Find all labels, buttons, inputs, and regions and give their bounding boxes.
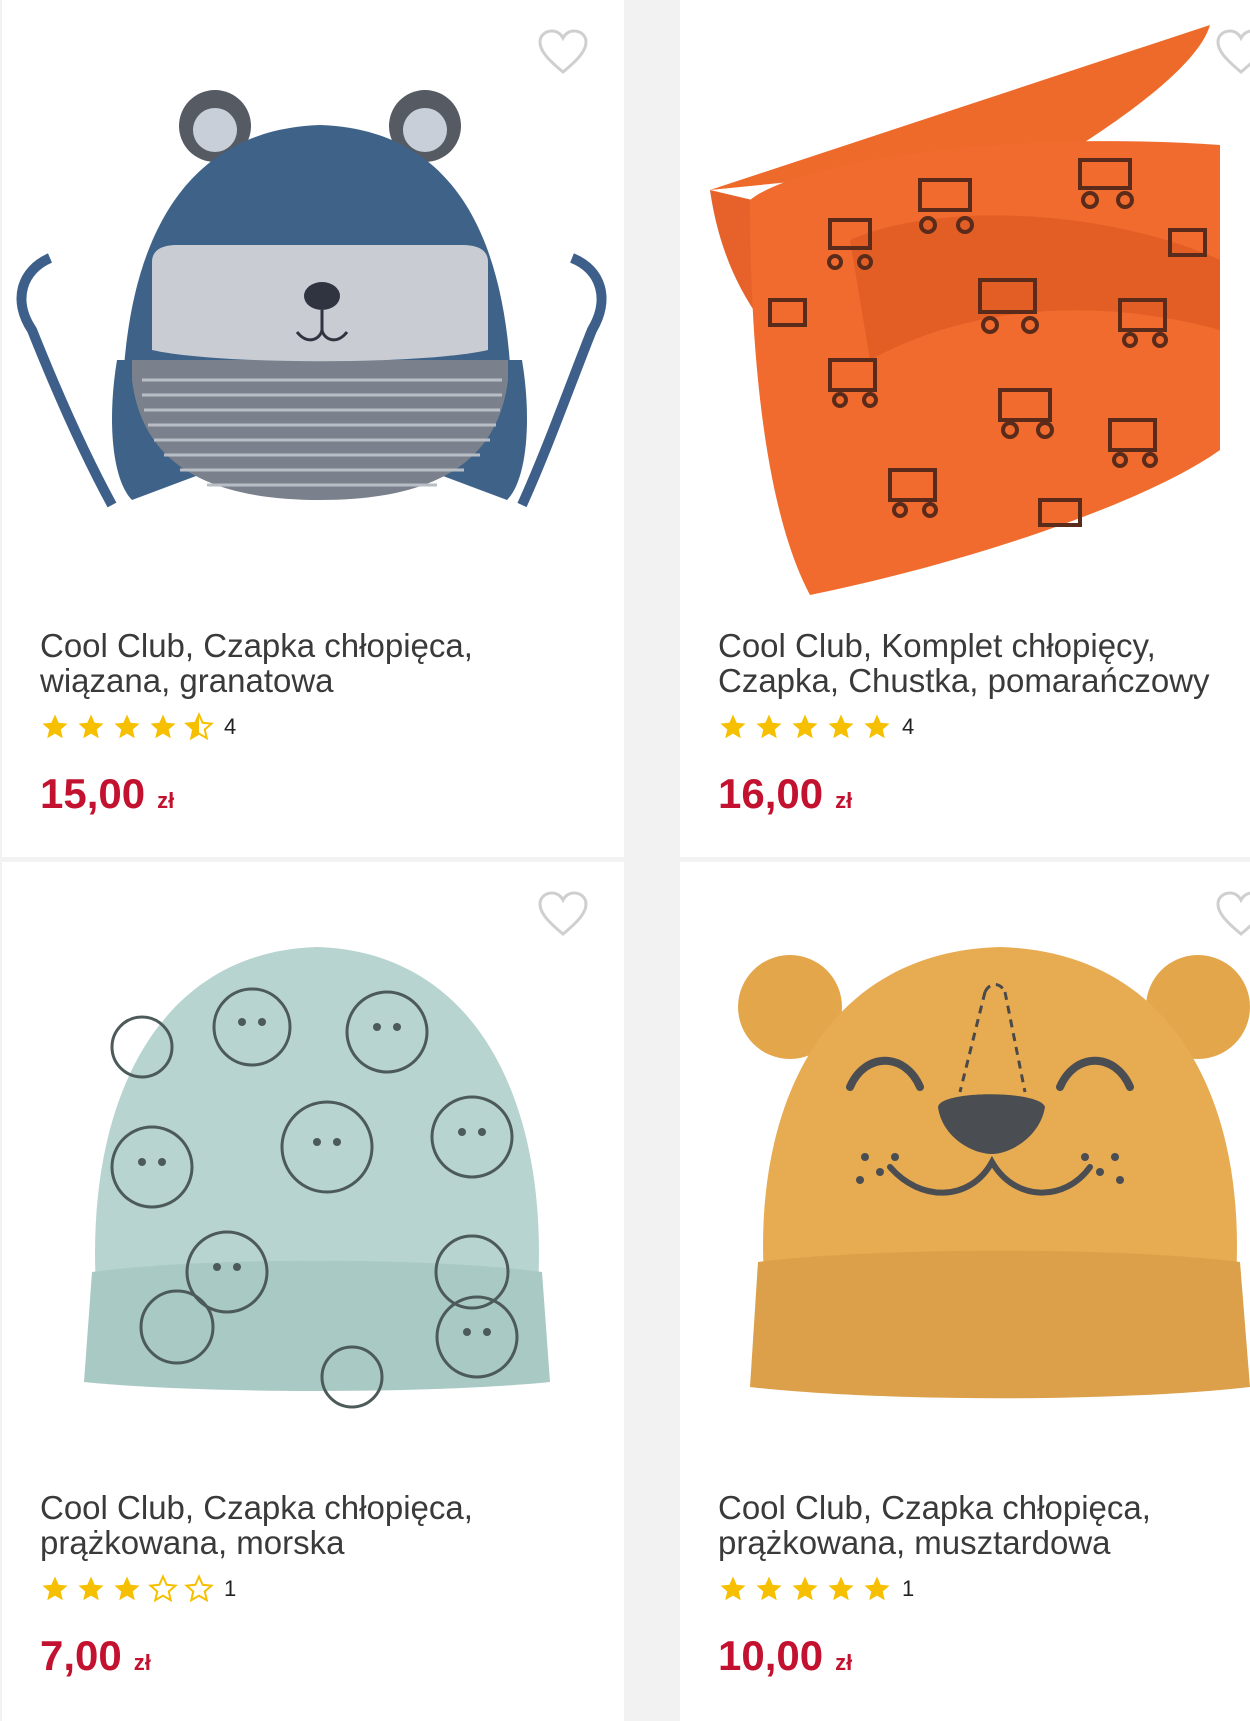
product-card[interactable]: Cool Club, Czapka chłopięca, prążkowana,… bbox=[680, 862, 1250, 1721]
price-currency: zł bbox=[157, 788, 175, 813]
review-count: 4 bbox=[902, 714, 915, 739]
star-full-icon bbox=[828, 1576, 854, 1601]
star-full-icon bbox=[864, 1576, 890, 1601]
star-full-icon bbox=[720, 714, 746, 739]
price-currency: zł bbox=[835, 1650, 853, 1675]
product-title[interactable]: Cool Club, Czapka chłopięca, wiązana, gr… bbox=[40, 628, 580, 698]
price-currency: zł bbox=[835, 788, 853, 813]
heart-outline-icon[interactable] bbox=[1214, 28, 1250, 78]
product-image[interactable] bbox=[680, 0, 1250, 610]
star-empty-icon bbox=[184, 1574, 214, 1603]
star-full-icon bbox=[114, 714, 140, 739]
price-value: 15,00 bbox=[40, 770, 146, 817]
product-title-line: prążkowana, morska bbox=[40, 1524, 345, 1561]
star-full-icon bbox=[114, 1576, 140, 1601]
product-title-line: Cool Club, Czapka chłopięca, bbox=[40, 1489, 473, 1526]
product-grid: Cool Club, Czapka chłopięca, wiązana, gr… bbox=[0, 0, 1250, 1721]
product-title[interactable]: Cool Club, Komplet chłopięcy, Czapka, Ch… bbox=[718, 628, 1250, 698]
star-half-icon bbox=[184, 712, 214, 741]
product-title[interactable]: Cool Club, Czapka chłopięca, prążkowana,… bbox=[718, 1490, 1250, 1560]
star-full-icon bbox=[792, 714, 818, 739]
product-price: 15,00 zł bbox=[40, 770, 174, 818]
product-rating: 4 bbox=[718, 710, 914, 744]
product-image[interactable] bbox=[2, 0, 624, 610]
product-rating: 4 bbox=[40, 710, 236, 744]
star-full-icon bbox=[78, 1576, 104, 1601]
heart-outline-icon[interactable] bbox=[536, 890, 590, 940]
hat-image-mint-lions bbox=[84, 947, 550, 1409]
star-full-icon bbox=[150, 714, 176, 739]
star-full-icon bbox=[864, 714, 890, 739]
product-title[interactable]: Cool Club, Czapka chłopięca, prążkowana,… bbox=[40, 1490, 580, 1560]
product-price: 10,00 zł bbox=[718, 1632, 852, 1680]
hat-image-navy-bear bbox=[16, 90, 607, 508]
product-rating: 1 bbox=[718, 1572, 914, 1606]
heart-outline-icon[interactable] bbox=[1214, 890, 1250, 940]
product-title-line: Cool Club, Komplet chłopięcy, bbox=[718, 627, 1156, 664]
review-count: 1 bbox=[224, 1576, 237, 1601]
hat-image-orange-set bbox=[710, 25, 1220, 595]
star-full-icon bbox=[42, 1576, 68, 1601]
product-title-line: prążkowana, musztardowa bbox=[718, 1524, 1111, 1561]
product-title-line: Czapka, Chustka, pomarańczowy bbox=[718, 662, 1210, 699]
product-title-line: wiązana, granatowa bbox=[40, 662, 334, 699]
heart-outline-icon[interactable] bbox=[536, 28, 590, 78]
hat-image-mustard-bear bbox=[738, 947, 1250, 1399]
star-full-icon bbox=[756, 714, 782, 739]
product-card[interactable]: Cool Club, Czapka chłopięca, prążkowana,… bbox=[2, 862, 624, 1721]
price-value: 16,00 bbox=[718, 770, 824, 817]
product-price: 7,00 zł bbox=[40, 1632, 151, 1680]
price-value: 7,00 bbox=[40, 1632, 122, 1679]
star-full-icon bbox=[828, 714, 854, 739]
star-full-icon bbox=[78, 714, 104, 739]
product-card[interactable]: Cool Club, Komplet chłopięcy, Czapka, Ch… bbox=[680, 0, 1250, 857]
star-empty-icon bbox=[148, 1574, 178, 1603]
price-currency: zł bbox=[133, 1650, 151, 1675]
star-full-icon bbox=[720, 1576, 746, 1601]
review-count: 1 bbox=[902, 1576, 915, 1601]
star-full-icon bbox=[42, 714, 68, 739]
product-image[interactable] bbox=[2, 862, 624, 1472]
product-card[interactable]: Cool Club, Czapka chłopięca, wiązana, gr… bbox=[2, 0, 624, 857]
product-rating: 1 bbox=[40, 1572, 236, 1606]
product-image[interactable] bbox=[680, 862, 1250, 1472]
product-price: 16,00 zł bbox=[718, 770, 852, 818]
star-full-icon bbox=[756, 1576, 782, 1601]
star-full-icon bbox=[792, 1576, 818, 1601]
price-value: 10,00 bbox=[718, 1632, 824, 1679]
product-title-line: Cool Club, Czapka chłopięca, bbox=[718, 1489, 1151, 1526]
review-count: 4 bbox=[224, 714, 237, 739]
product-title-line: Cool Club, Czapka chłopięca, bbox=[40, 627, 473, 664]
